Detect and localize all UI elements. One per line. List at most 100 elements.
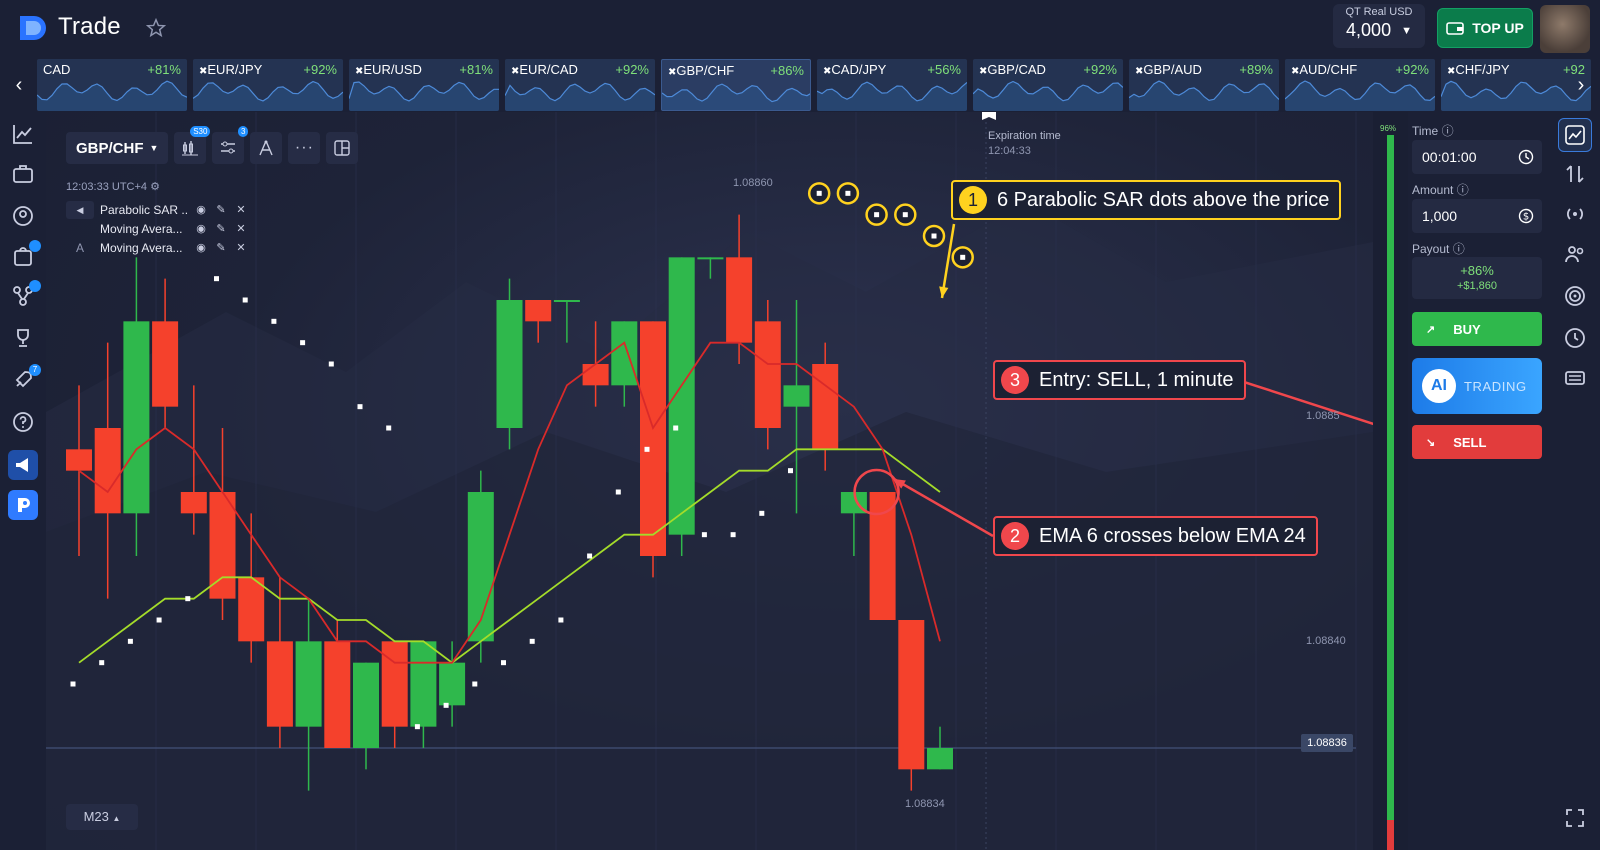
arrow-up-right-icon: ↗ [1426, 323, 1436, 336]
compass-icon [259, 140, 274, 156]
pencil-icon[interactable]: ✎ [214, 241, 228, 254]
time-label-text: Time [1412, 124, 1439, 138]
close-icon[interactable]: ✕ [234, 203, 248, 216]
candle-body [381, 641, 408, 727]
trophy-icon[interactable] [11, 326, 35, 350]
megaphone-icon [16, 458, 28, 472]
candle-body [927, 748, 953, 770]
help-icon[interactable] [11, 410, 35, 434]
chart-type-button[interactable]: S30 [174, 126, 211, 164]
layout-button[interactable] [326, 132, 359, 164]
ticker-card-cad-jpy[interactable]: ✖CAD/JPY +56% [817, 59, 967, 111]
sparkline [505, 82, 655, 111]
amount-input[interactable]: 1,000 $ [1412, 199, 1542, 233]
keyboard-icon[interactable] [1563, 366, 1587, 390]
ticker-card-chf-jpy[interactable]: ✖CHF/JPY +92 [1441, 59, 1591, 111]
sar-dot [214, 276, 219, 282]
clock-icon[interactable] [1518, 149, 1534, 165]
ticker-card-gbp-aud[interactable]: ✖GBP/AUD +89% [1129, 59, 1279, 111]
ticker-card-eur-jpy[interactable]: ✖EUR/JPY +92% [193, 59, 343, 111]
signal-icon[interactable] [1563, 202, 1587, 226]
indicators-button[interactable]: 3 [212, 126, 249, 164]
candle-body [152, 321, 179, 407]
sparkline [662, 83, 810, 110]
app-button[interactable] [8, 490, 38, 520]
sar-dot [644, 446, 650, 452]
payout-amount: +$1,860 [1456, 280, 1498, 292]
candle-body [266, 641, 293, 727]
pencil-icon[interactable]: ✎ [214, 203, 228, 216]
ticker-card-aud-chf[interactable]: ✖AUD/CHF +92% [1285, 59, 1435, 111]
swap-arrows-icon[interactable] [1563, 162, 1587, 186]
sar-dot [414, 724, 420, 730]
chart-icon[interactable] [11, 122, 35, 146]
ticker-card-eur-cad[interactable]: ✖EUR/CAD +92% [505, 59, 655, 111]
gear-icon[interactable]: ⚙ [150, 181, 160, 193]
sar-dot [472, 681, 478, 687]
candle-body [783, 385, 810, 407]
callout-sar-arrow-head [939, 286, 949, 298]
text-tool-icon[interactable]: A [66, 241, 94, 255]
buy-button[interactable]: ↗ BUY [1412, 312, 1542, 346]
trade-chart-tab[interactable] [1558, 118, 1592, 152]
candle-body [66, 449, 92, 471]
sar-dot [816, 190, 822, 196]
close-icon[interactable]: ✕ [234, 222, 248, 235]
sar-dot [185, 596, 191, 602]
time-input[interactable]: 00:01:00 [1412, 140, 1542, 174]
eye-icon[interactable]: ◉ [194, 222, 208, 235]
eye-icon[interactable]: ◉ [194, 203, 208, 216]
ticker-prev-icon[interactable]: ‹ [8, 74, 30, 96]
sar-dot [902, 212, 908, 218]
notification-dot [29, 280, 41, 292]
sell-button[interactable]: ↘ SELL [1412, 425, 1542, 459]
top-up-button[interactable]: TOP UP [1437, 8, 1533, 48]
info-icon[interactable]: ⓘ [1442, 124, 1454, 138]
dollar-icon[interactable]: $ [1518, 208, 1534, 224]
history-icon[interactable] [1563, 326, 1587, 350]
candle-body [611, 321, 638, 386]
info-icon[interactable]: ⓘ [1453, 242, 1465, 256]
avatar[interactable] [1540, 5, 1590, 53]
ai-trading-button[interactable]: AI TRADING [1412, 358, 1542, 414]
candle-body [525, 300, 552, 322]
sar-dot [156, 617, 162, 623]
sparkline [193, 80, 343, 111]
balance-selector[interactable]: QT Real USD 4,000 ▼ [1333, 4, 1425, 48]
eye-icon[interactable]: ◉ [194, 241, 208, 254]
promo-button[interactable] [8, 450, 38, 480]
expiration-time: 12:04:33 [988, 145, 1031, 157]
users-icon[interactable] [1563, 242, 1587, 266]
wallet-icon [1446, 22, 1464, 35]
favorite-star-icon[interactable] [145, 17, 167, 39]
sparkline [1129, 80, 1279, 111]
candle-body [238, 577, 265, 642]
timeframe-button[interactable]: M23 ▲ [66, 804, 138, 830]
candle-body [754, 321, 781, 428]
more-options-button[interactable]: ··· [288, 132, 321, 164]
drawing-tools-button[interactable] [250, 132, 283, 164]
user-icon[interactable] [11, 204, 35, 228]
target-icon[interactable] [1563, 284, 1587, 308]
callout-number: 3 [1001, 366, 1029, 394]
candle-body [496, 300, 523, 428]
close-icon[interactable]: ✕ [234, 241, 248, 254]
chevron-up-icon: ▲ [112, 814, 121, 823]
pair-selector[interactable]: GBP/CHF ▼ [66, 132, 169, 164]
ticker-card-cad[interactable]: CAD +81% [37, 59, 187, 111]
collapse-icon[interactable]: ◀ [66, 200, 94, 219]
ticker-card-eur-usd[interactable]: ✖EUR/USD +81% [349, 59, 499, 111]
chart-area[interactable]: GBP/CHF ▼ S30 3 ··· 12:03:33 UTC+4 ⚙ ◀ Pa… [46, 112, 1373, 850]
ticker-card-gbp-chf[interactable]: ✖GBP/CHF +86% [661, 59, 811, 111]
ema-slow-line [78, 448, 941, 664]
ticker-card-gbp-cad[interactable]: ✖GBP/CAD +92% [973, 59, 1123, 111]
asset-ticker-bar: ‹ CAD +81% ✖EUR/JPY +92% ✖EUR/USD +81% ✖EUR/CA… [0, 58, 1600, 112]
candle-body [668, 257, 695, 535]
pencil-icon[interactable]: ✎ [214, 222, 228, 235]
logo[interactable]: Trade [16, 12, 121, 42]
candle-body [123, 321, 150, 514]
fullscreen-icon[interactable] [1563, 806, 1587, 830]
ticker-next-icon[interactable]: › [1570, 74, 1592, 96]
info-icon[interactable]: ⓘ [1457, 183, 1469, 197]
briefcase-icon[interactable] [11, 162, 35, 186]
